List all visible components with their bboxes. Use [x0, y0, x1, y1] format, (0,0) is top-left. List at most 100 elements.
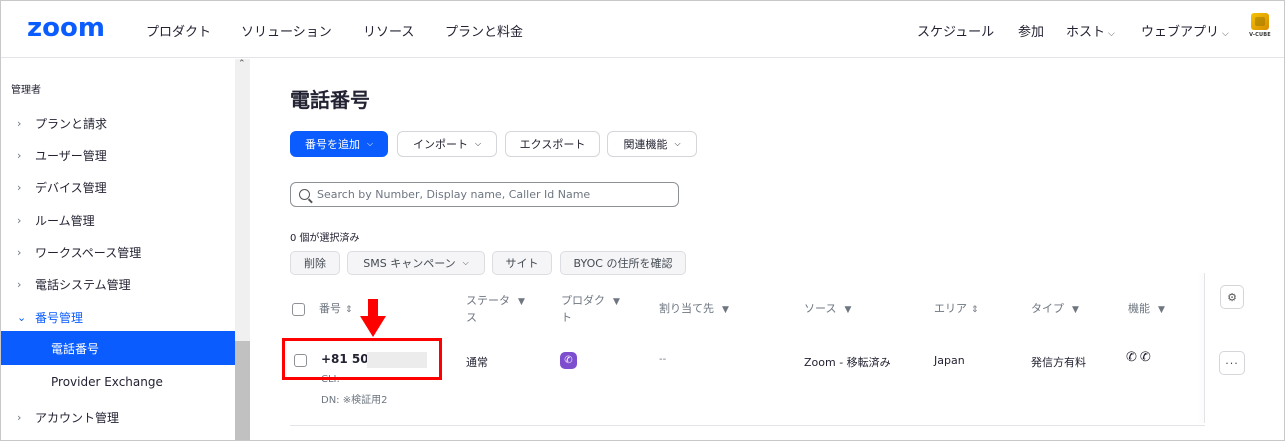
column-label: 番号 — [319, 302, 341, 315]
sms-campaign-button[interactable]: SMS キャンペーン ⌵ — [347, 251, 485, 275]
row-assigned-to: -- — [659, 354, 667, 365]
sidebar-scrollbar[interactable]: ⌃ — [235, 59, 250, 440]
filter-icon[interactable]: ▼ — [518, 297, 525, 307]
delete-button[interactable]: 削除 — [290, 251, 340, 275]
row-type: 発信方有料 — [1031, 356, 1086, 369]
export-button[interactable]: エクスポート — [505, 131, 600, 157]
chevron-right-icon: › — [17, 116, 22, 130]
sidebar-item-account-management[interactable]: › アカウント管理 — [1, 401, 235, 433]
column-label-line2: ス — [466, 311, 477, 324]
filter-icon[interactable]: ▼ — [1158, 305, 1165, 315]
row-divider — [290, 425, 1205, 426]
filter-icon[interactable]: ▼ — [613, 297, 620, 307]
filter-icon[interactable]: ▼ — [722, 305, 729, 315]
search-icon — [299, 189, 310, 200]
chevron-down-icon: ⌄ — [17, 310, 27, 324]
nav-resources[interactable]: リソース — [363, 21, 414, 40]
byoc-address-button[interactable]: BYOC の住所を確認 — [560, 251, 686, 275]
sort-icon[interactable]: ⇕ — [345, 305, 353, 315]
sidebar-subitem-phone-numbers[interactable]: 電話番号 — [1, 331, 235, 365]
app-frame: zoom プロダクト ソリューション リソース プランと料金 スケジュール 参加… — [0, 0, 1285, 441]
sidebar-item-label: ワークスペース管理 — [35, 245, 142, 260]
admin-sidebar: 管理者 › プランと請求 › ユーザー管理 › デバイス管理 › ルーム管理 › ワークス… — [1, 59, 250, 440]
column-header-product[interactable]: プロダク ▼ ト — [561, 293, 620, 326]
sidebar-item-label: 番号管理 — [35, 310, 84, 325]
chevron-right-icon: › — [17, 180, 22, 194]
sidebar-item-label: ルーム管理 — [35, 213, 95, 228]
add-number-label: 番号を追加 — [304, 138, 360, 151]
nav-products[interactable]: プロダクト — [146, 21, 211, 40]
nav-join[interactable]: 参加 — [1018, 21, 1044, 40]
sort-icon[interactable]: ⇕ — [971, 305, 979, 315]
column-label: ステータ — [466, 294, 510, 307]
scroll-up-icon[interactable]: ⌃ — [238, 59, 246, 69]
column-label: タイプ — [1031, 302, 1064, 315]
chevron-down-icon: ⌵ — [474, 139, 482, 148]
chevron-right-icon: › — [17, 245, 22, 259]
row-dn: DN: ※検証用2 — [321, 395, 388, 406]
partner-logo[interactable]: V-CUBE — [1247, 13, 1273, 43]
site-button[interactable]: サイト — [492, 251, 552, 275]
sms-campaign-label: SMS キャンペーン — [363, 257, 456, 270]
column-header-number[interactable]: 番号 ⇕ — [319, 301, 353, 318]
chevron-down-icon: ⌵ — [366, 139, 374, 148]
column-header-status[interactable]: ステータ ▼ ス — [466, 293, 525, 326]
cube-icon — [1251, 13, 1269, 30]
sidebar-item-room-management[interactable]: › ルーム管理 — [1, 204, 235, 236]
sidebar-item-label: 電話システム管理 — [35, 277, 131, 292]
sidebar-item-label: プランと請求 — [35, 116, 108, 131]
sidebar-item-user-management[interactable]: › ユーザー管理 — [1, 139, 235, 171]
top-navigation: zoom プロダクト ソリューション リソース プランと料金 スケジュール 参加… — [1, 1, 1284, 58]
page-title: 電話番号 — [290, 88, 370, 112]
column-label: プロダク — [561, 294, 605, 307]
row-area: Japan — [934, 354, 965, 367]
add-number-button[interactable]: 番号を追加 ⌵ — [290, 131, 388, 157]
incoming-call-icon: ✆ — [1126, 350, 1140, 365]
sidebar-item-label: ユーザー管理 — [35, 148, 107, 163]
column-header-area[interactable]: エリア ⇕ — [934, 301, 979, 318]
column-label-line2: ト — [561, 311, 572, 324]
column-header-features[interactable]: 機能 ▼ — [1128, 301, 1165, 318]
sidebar-item-workspace-management[interactable]: › ワークスペース管理 — [1, 236, 235, 268]
partner-logo-text: V-CUBE — [1249, 32, 1271, 38]
scrollbar-thumb[interactable] — [235, 341, 250, 440]
sidebar-item-device-management[interactable]: › デバイス管理 — [1, 171, 235, 203]
sidebar-item-phone-system-management[interactable]: › 電話システム管理 — [1, 268, 235, 300]
nav-webapp-label: ウェブアプリ — [1141, 25, 1220, 40]
zoom-logo[interactable]: zoom — [27, 13, 105, 43]
sidebar-item-plans-billing[interactable]: › プランと請求 — [1, 107, 235, 139]
column-header-type[interactable]: タイプ ▼ — [1031, 301, 1079, 318]
sidebar-subitem-provider-exchange[interactable]: Provider Exchange — [1, 365, 235, 399]
filter-icon[interactable]: ▼ — [1072, 305, 1079, 315]
sidebar-item-number-management[interactable]: ⌄ 番号管理 — [1, 301, 235, 333]
import-button[interactable]: インポート ⌵ — [397, 131, 497, 157]
related-features-label: 関連機能 — [623, 138, 668, 151]
nav-host-dropdown[interactable]: ホスト ⌵ — [1066, 21, 1115, 40]
search-input[interactable]: Search by Number, Display name, Caller I… — [290, 182, 679, 207]
outgoing-call-icon: ✆ — [1139, 350, 1154, 365]
related-features-button[interactable]: 関連機能 ⌵ — [607, 131, 697, 157]
chevron-down-icon: ⌵ — [1108, 29, 1115, 39]
column-header-source[interactable]: ソース ▼ — [804, 301, 851, 318]
sidebar-item-label: アカウント管理 — [35, 410, 120, 425]
filter-icon[interactable]: ▼ — [844, 305, 851, 315]
chevron-right-icon: › — [17, 410, 22, 424]
phone-product-icon: ✆ — [560, 352, 577, 369]
chevron-down-icon: ⌵ — [674, 139, 681, 148]
sticky-column-divider — [1204, 273, 1205, 423]
select-all-checkbox[interactable] — [292, 303, 305, 316]
search-placeholder: Search by Number, Display name, Caller I… — [317, 188, 591, 201]
row-more-actions-button[interactable]: ··· — [1219, 351, 1245, 375]
chevron-right-icon: › — [17, 213, 22, 227]
gear-icon: ⚙ — [1227, 290, 1237, 304]
chevron-down-icon: ⌵ — [1222, 29, 1229, 39]
sidebar-item-label: デバイス管理 — [35, 180, 107, 195]
annotation-highlight-box — [282, 338, 442, 380]
nav-solutions[interactable]: ソリューション — [241, 21, 332, 40]
nav-webapp-dropdown[interactable]: ウェブアプリ ⌵ — [1141, 21, 1229, 40]
column-settings-button[interactable]: ⚙ — [1220, 285, 1244, 309]
column-header-assigned-to[interactable]: 割り当て先 ▼ — [659, 301, 729, 318]
nav-plans-pricing[interactable]: プランと料金 — [445, 21, 523, 40]
nav-schedule[interactable]: スケジュール — [917, 21, 994, 40]
chevron-right-icon: › — [17, 277, 22, 291]
